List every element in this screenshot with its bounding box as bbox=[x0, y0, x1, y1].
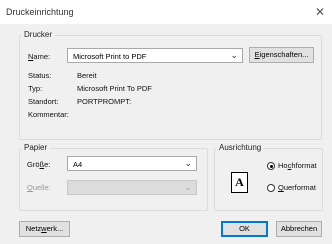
close-icon[interactable]: ✕ bbox=[311, 3, 329, 21]
printer-group-legend: Drucker bbox=[22, 30, 56, 39]
printer-name-value: Microsoft Print to PDF bbox=[73, 52, 147, 61]
window-title: Druckeinrichtung bbox=[6, 7, 74, 17]
chevron-down-icon: ⌄ bbox=[184, 158, 192, 168]
chevron-down-icon: ⌄ bbox=[230, 50, 238, 60]
paper-source-select[interactable]: ⌄ bbox=[67, 180, 197, 195]
printer-name-label: Name: bbox=[28, 52, 51, 61]
properties-button[interactable]: Eigenschaften... bbox=[249, 47, 314, 63]
landscape-label[interactable]: Querformat bbox=[278, 183, 316, 192]
status-label: Status: bbox=[28, 71, 52, 80]
comment-label: Kommentar: bbox=[28, 110, 69, 119]
landscape-radio[interactable] bbox=[267, 184, 275, 192]
chevron-down-icon: ⌄ bbox=[184, 182, 192, 192]
paper-size-label: Größe: bbox=[27, 160, 51, 169]
portrait-radio[interactable] bbox=[267, 162, 275, 170]
orientation-group-legend: Ausrichtung bbox=[217, 143, 265, 152]
location-label: Standort: bbox=[28, 97, 59, 106]
paper-group-legend: Papier bbox=[22, 143, 51, 152]
location-value: PORTPROMPT: bbox=[77, 97, 132, 106]
status-value: Bereit bbox=[77, 71, 97, 80]
portrait-page-icon: A bbox=[231, 172, 248, 193]
printer-name-select[interactable]: Microsoft Print to PDF ⌄ bbox=[67, 48, 243, 63]
paper-size-select[interactable]: A4 ⌄ bbox=[67, 156, 197, 171]
type-value: Microsoft Print To PDF bbox=[77, 84, 152, 93]
network-button[interactable]: Netzwerk... bbox=[19, 221, 70, 237]
type-label: Typ: bbox=[28, 84, 43, 93]
paper-source-label: Quelle: bbox=[27, 183, 51, 192]
ok-button[interactable]: OK bbox=[221, 221, 268, 237]
portrait-label[interactable]: Hochformat bbox=[278, 161, 317, 170]
cancel-button[interactable]: Abbrechen bbox=[276, 221, 322, 237]
paper-size-value: A4 bbox=[73, 160, 83, 169]
